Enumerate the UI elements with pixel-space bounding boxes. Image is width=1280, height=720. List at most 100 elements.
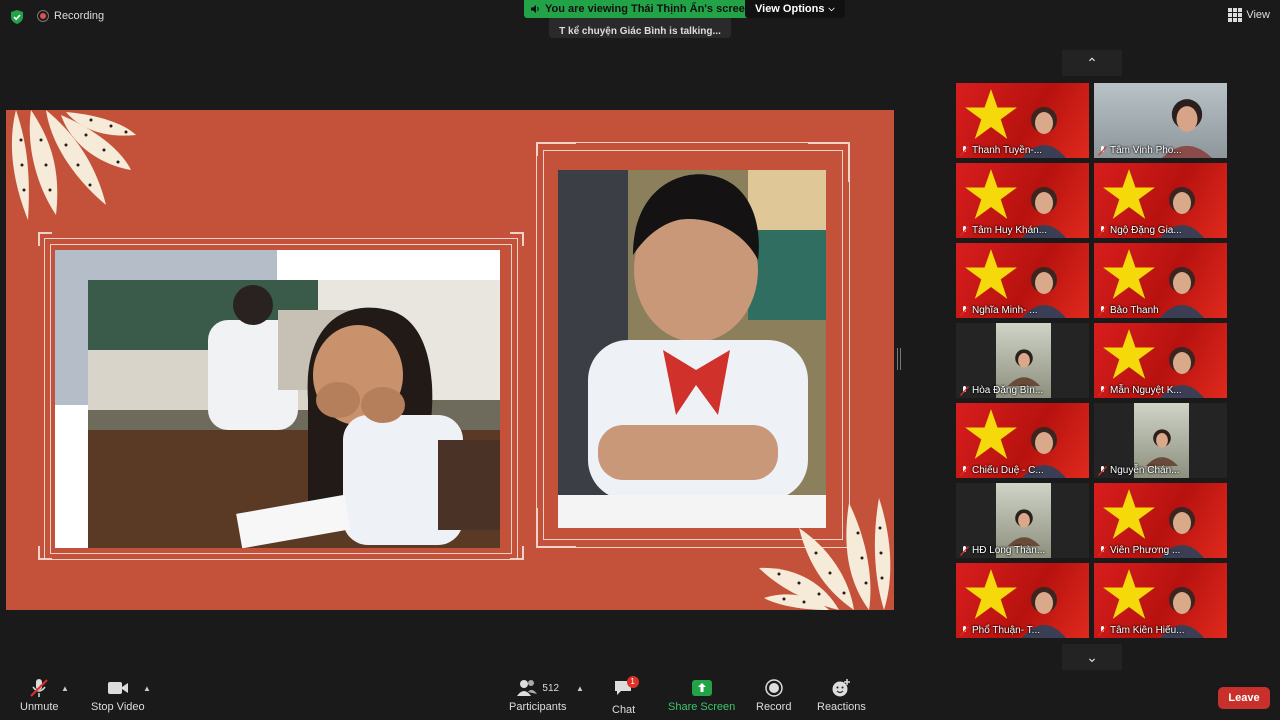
- frame-corner: [510, 232, 524, 246]
- leave-meeting-button[interactable]: Leave: [1218, 687, 1270, 709]
- participant-name: Mẫn Nguyệt K...: [1110, 385, 1182, 396]
- star-icon: [965, 249, 1017, 299]
- recording-indicator[interactable]: Recording: [38, 10, 104, 22]
- view-options-button[interactable]: View Options ⌵: [745, 0, 845, 18]
- star-icon: [965, 409, 1017, 459]
- grid-view-icon: [1228, 8, 1243, 22]
- participant-video-silhouette: [1007, 349, 1041, 386]
- participant-name: Chiếu Duệ - C...: [972, 465, 1044, 476]
- frame-corner: [38, 232, 52, 246]
- participant-tile[interactable]: Nghĩa Minh- ...: [956, 243, 1089, 318]
- gallery-prev-page-button[interactable]: ⌃: [1062, 50, 1122, 76]
- chevron-down-icon: ⌄: [1086, 648, 1098, 665]
- participant-tile[interactable]: Hòa Đặng Bìn...: [956, 323, 1089, 398]
- microphone-muted-icon: [1098, 385, 1107, 396]
- participant-tile[interactable]: Viên Phương ...: [1094, 483, 1227, 558]
- reactions-label: Reactions: [817, 701, 866, 713]
- microphone-muted-icon: [1098, 225, 1107, 236]
- participant-name: Nghĩa Minh- ...: [972, 305, 1038, 316]
- microphone-muted-icon: [1098, 545, 1107, 556]
- participant-name-label: Nghĩa Minh- ...: [960, 305, 1038, 316]
- participant-tile[interactable]: HĐ Long Thàn...: [956, 483, 1089, 558]
- participant-name: Nguyễn Chán...: [1110, 465, 1180, 476]
- participant-tile[interactable]: Tâm Huy Khán...: [956, 163, 1089, 238]
- participant-name-label: Mẫn Nguyệt K...: [1098, 385, 1182, 396]
- participant-tile[interactable]: Tâm Kiên Hiếu...: [1094, 563, 1227, 638]
- participants-options-caret[interactable]: ▲: [576, 684, 584, 693]
- participant-name-label: HĐ Long Thàn...: [960, 545, 1045, 556]
- participant-name: Tâm Kiên Hiếu...: [1110, 625, 1185, 636]
- record-label: Record: [756, 701, 792, 713]
- chat-button[interactable]: 1 Chat: [612, 676, 639, 716]
- panel-resize-handle[interactable]: [897, 348, 901, 370]
- stop-video-button[interactable]: Stop Video: [91, 678, 145, 713]
- participants-count: 512: [542, 682, 560, 694]
- gallery-next-page-button[interactable]: ⌄: [1062, 644, 1122, 670]
- participant-name-label: Thanh Tuyền-...: [960, 145, 1042, 156]
- leaf-decoration-bottom-right: [759, 498, 891, 610]
- chevron-up-icon: ⌃: [1086, 54, 1098, 71]
- classroom-girl-photo: [88, 280, 500, 548]
- participant-video-silhouette: [1007, 509, 1041, 546]
- participant-name: Hòa Đặng Bìn...: [972, 385, 1044, 396]
- view-layout-button[interactable]: View: [1228, 8, 1270, 22]
- participant-name: Ngộ Đặng Gia...: [1110, 225, 1182, 236]
- participant-name: HĐ Long Thàn...: [972, 545, 1046, 556]
- microphone-muted-icon: [30, 679, 48, 697]
- participant-name: Viên Phương ...: [1110, 545, 1181, 556]
- shared-screen-slide: [6, 110, 894, 610]
- participant-tile[interactable]: Nguyễn Chán...: [1094, 403, 1227, 478]
- participant-name-label: Tâm Huy Khán...: [960, 225, 1047, 236]
- video-camera-icon: [107, 682, 128, 694]
- microphone-muted-icon: [960, 545, 969, 556]
- video-options-caret[interactable]: ▲: [143, 684, 151, 693]
- microphone-muted-icon: [1098, 465, 1107, 476]
- participant-name: Bảo Thanh: [1110, 305, 1159, 316]
- participant-name-label: Ngộ Đặng Gia...: [1098, 225, 1182, 236]
- participant-name: Phổ Thuận- T...: [972, 625, 1041, 636]
- participant-tile[interactable]: Phổ Thuận- T...: [956, 563, 1089, 638]
- participant-name-label: Viên Phương ...: [1098, 545, 1180, 556]
- share-screen-label: Share Screen: [668, 701, 736, 713]
- meeting-toolbar: Unmute ▲ Stop Video ▲ 512 Participants ▲…: [0, 672, 1280, 720]
- share-screen-button[interactable]: Share Screen: [668, 678, 735, 713]
- top-bar: Recording T kể chuyện Giác Bình is talki…: [0, 0, 1280, 38]
- participants-label: Participants: [509, 701, 567, 713]
- star-icon: [965, 169, 1017, 219]
- star-icon: [1103, 489, 1155, 539]
- record-button[interactable]: Record: [756, 678, 791, 713]
- reactions-button[interactable]: Reactions: [817, 678, 866, 713]
- participant-name-label: Hòa Đặng Bìn...: [960, 385, 1043, 396]
- classroom-boy-photo: [558, 170, 826, 528]
- frame-corner: [536, 142, 576, 156]
- unmute-button[interactable]: Unmute: [20, 678, 59, 713]
- star-icon: [1103, 169, 1155, 219]
- stop-video-label: Stop Video: [91, 701, 145, 713]
- recording-dot-icon: [38, 11, 48, 21]
- shield-icon[interactable]: [10, 10, 24, 24]
- star-icon: [1103, 249, 1155, 299]
- microphone-muted-icon: [960, 145, 969, 156]
- record-icon: [764, 679, 783, 697]
- participant-name-label: Chiếu Duệ - C...: [960, 465, 1044, 476]
- leaf-decoration-top-left: [11, 110, 136, 220]
- participant-tile[interactable]: Bảo Thanh: [1094, 243, 1227, 318]
- participants-icon: [517, 680, 538, 696]
- view-options-label: View Options: [755, 3, 825, 15]
- microphone-muted-icon: [1098, 145, 1107, 156]
- participants-button[interactable]: 512 Participants: [509, 678, 566, 713]
- recording-label: Recording: [54, 10, 105, 22]
- participant-tile[interactable]: Chiếu Duệ - C...: [956, 403, 1089, 478]
- zoom-meeting-window: Recording T kể chuyện Giác Bình is talki…: [0, 0, 1280, 720]
- microphone-muted-icon: [960, 225, 969, 236]
- participant-video-silhouette: [1160, 267, 1204, 318]
- star-icon: [965, 89, 1017, 139]
- participant-tile[interactable]: Ngộ Đặng Gia...: [1094, 163, 1227, 238]
- participant-tile[interactable]: Tâm Vịnh Pho...: [1094, 83, 1227, 158]
- star-icon: [965, 569, 1017, 619]
- participant-tile[interactable]: Thanh Tuyền-...: [956, 83, 1089, 158]
- participant-video-silhouette: [1145, 429, 1179, 466]
- smiley-add-icon: [832, 679, 851, 697]
- audio-options-caret[interactable]: ▲: [61, 684, 69, 693]
- participant-tile[interactable]: Mẫn Nguyệt K...: [1094, 323, 1227, 398]
